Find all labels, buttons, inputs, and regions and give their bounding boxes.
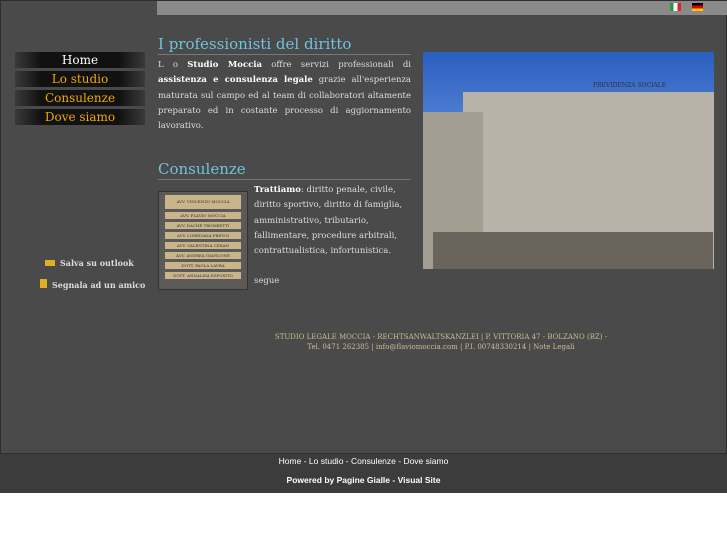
photo-sign: PREVIDENZA SOCIALE	[593, 82, 667, 89]
intro-title: I professionisti del diritto	[158, 35, 411, 55]
footer-home[interactable]: Home	[279, 456, 302, 466]
footer-dove-siamo[interactable]: Dove siamo	[403, 456, 448, 466]
flag-german-icon[interactable]	[692, 3, 703, 11]
save-outlook-link[interactable]: Salva su outlook	[45, 258, 134, 268]
tel-link[interactable]: Tel. 0471 262385	[307, 343, 369, 351]
top-bar	[157, 1, 727, 15]
nav-lo-studio[interactable]: Lo studio	[15, 71, 145, 87]
share-friend-link[interactable]: Segnala ad un amico	[40, 279, 145, 290]
legal-notes-link[interactable]: Note Legali	[533, 343, 574, 351]
plaque-image: AVV. VINCENZO MOCCIA AVV. FLAVIO MOCCIA A…	[158, 191, 248, 290]
share-friend-label: Segnala ad un amico	[52, 280, 146, 290]
email-link[interactable]: info@flaviomoccia.com	[376, 343, 458, 351]
address-block: STUDIO LEGALE MOCCIA - RECHTSANWALTSKANZ…	[261, 332, 621, 352]
footer-consulenze[interactable]: Consulenze	[351, 456, 396, 466]
pagine-gialle-link[interactable]: Pagine Gialle	[337, 475, 390, 485]
save-outlook-label: Salva su outlook	[60, 258, 134, 268]
building-photo: PREVIDENZA SOCIALE	[423, 52, 714, 269]
more-link[interactable]: segue	[254, 274, 279, 289]
nav-dove-siamo[interactable]: Dove siamo	[15, 109, 145, 125]
flag-italian-icon[interactable]	[670, 3, 681, 11]
nav-consulenze[interactable]: Consulenze	[15, 90, 145, 106]
powered-by: Powered by	[286, 475, 335, 485]
nav-home[interactable]: Home	[15, 52, 145, 68]
footer: Home - Lo studio - Consulenze - Dove sia…	[0, 454, 727, 493]
page: Home Lo studio Consulenze Dove siamo Sal…	[0, 0, 727, 454]
intro-text: L o Studio Moccia offre servizi professi…	[158, 60, 411, 132]
consulenze-text: Trattiamo: diritto penale, civile, dirit…	[254, 185, 403, 257]
visual-site-link[interactable]: Visual Site	[398, 475, 441, 485]
footer-lo-studio[interactable]: Lo studio	[309, 456, 344, 466]
main-nav: Home Lo studio Consulenze Dove siamo	[15, 52, 145, 128]
footer-nav: Home - Lo studio - Consulenze - Dove sia…	[278, 456, 449, 466]
outlook-icon	[45, 260, 55, 266]
share-icon	[40, 279, 47, 288]
address-line: STUDIO LEGALE MOCCIA - RECHTSANWALTSKANZ…	[274, 333, 608, 341]
consulenze-title: Consulenze	[158, 160, 411, 180]
